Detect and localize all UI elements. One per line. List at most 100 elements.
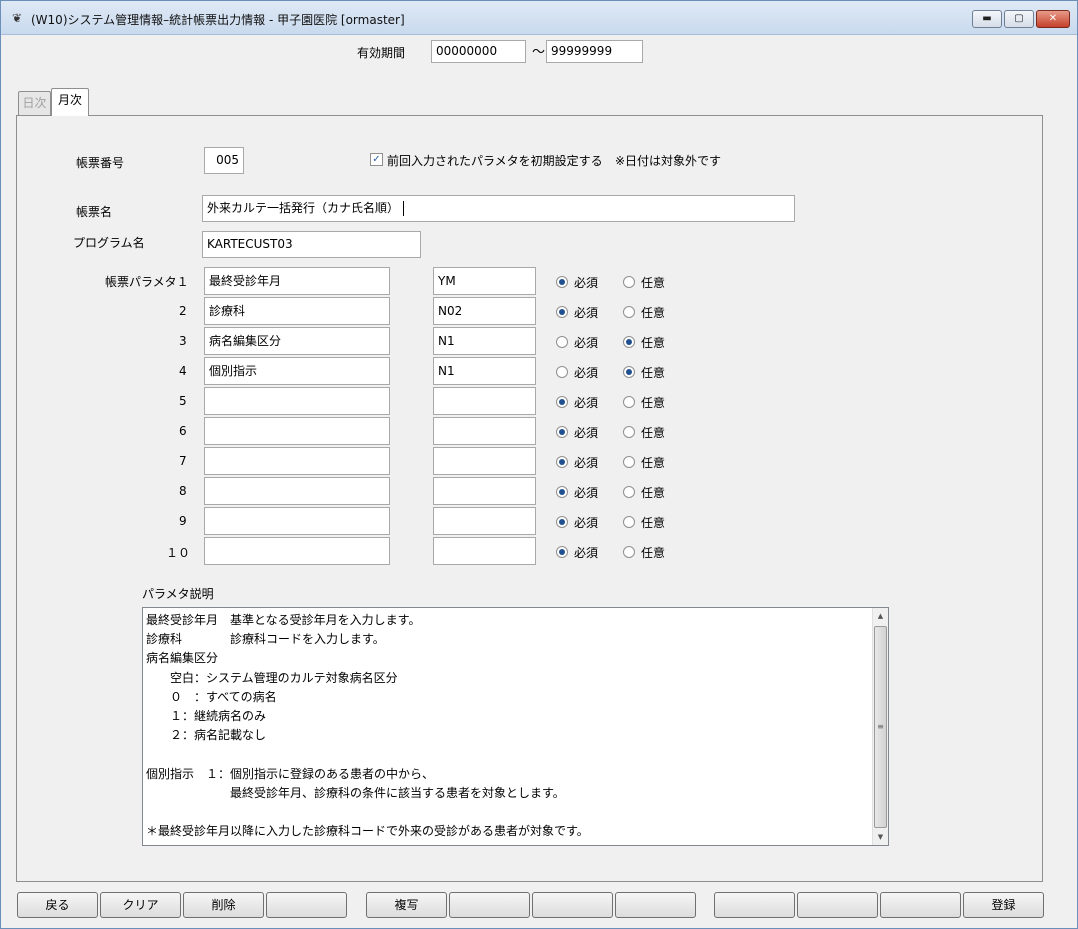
- required-label: 必須: [574, 456, 599, 470]
- minimize-button[interactable]: ▬: [972, 10, 1002, 28]
- report-name-value: 外来カルテ一括発行（カナ氏名順）: [207, 201, 400, 215]
- required-radio[interactable]: [556, 306, 568, 318]
- optional-radio[interactable]: [623, 456, 635, 468]
- scroll-thumb[interactable]: ≡: [874, 626, 887, 828]
- description-label: パラメタ説明: [142, 587, 214, 601]
- param-name-input[interactable]: [204, 447, 390, 475]
- copy-button[interactable]: 複写: [366, 892, 447, 918]
- close-button[interactable]: ✕: [1036, 10, 1070, 28]
- required-radio[interactable]: [556, 426, 568, 438]
- param-code-input[interactable]: [433, 447, 536, 475]
- optional-label: 任意: [641, 486, 666, 500]
- param-number: 6: [179, 424, 187, 438]
- optional-label: 任意: [641, 546, 666, 560]
- blank-button-2[interactable]: [449, 892, 530, 918]
- required-label: 必須: [574, 366, 599, 380]
- param-number: 3: [179, 334, 187, 348]
- period-separator: ～: [532, 45, 546, 60]
- report-name-input[interactable]: 外来カルテ一括発行（カナ氏名順）: [202, 195, 795, 222]
- window-title: (W10)システム管理情報–統計帳票出力情報 - 甲子園医院 [ormaster…: [31, 13, 405, 27]
- register-button[interactable]: 登録: [963, 892, 1044, 918]
- param-code-input[interactable]: [433, 417, 536, 445]
- optional-label: 任意: [641, 336, 666, 350]
- blank-button-5[interactable]: [714, 892, 795, 918]
- param-name-input[interactable]: 病名編集区分: [204, 327, 390, 355]
- report-no-input[interactable]: 005: [204, 147, 244, 174]
- optional-radio[interactable]: [623, 486, 635, 498]
- optional-radio[interactable]: [623, 306, 635, 318]
- required-radio[interactable]: [556, 486, 568, 498]
- scroll-down-arrow-icon[interactable]: ▼: [873, 829, 888, 845]
- report-name-label: 帳票名: [76, 205, 113, 219]
- required-radio[interactable]: [556, 396, 568, 408]
- param-number: 7: [179, 454, 187, 468]
- required-radio[interactable]: [556, 516, 568, 528]
- required-radio[interactable]: [556, 456, 568, 468]
- required-radio[interactable]: [556, 276, 568, 288]
- description-scrollbar[interactable]: ▲ ≡ ▼: [872, 608, 888, 845]
- report-param-label: 帳票パラメタ１: [105, 275, 189, 289]
- app-logo-icon: ❦: [12, 11, 23, 25]
- param-code-input[interactable]: N02: [433, 297, 536, 325]
- optional-label: 任意: [641, 306, 666, 320]
- title-bar[interactable]: ❦ (W10)システム管理情報–統計帳票出力情報 - 甲子園医院 [ormast…: [1, 1, 1077, 35]
- param-name-input[interactable]: [204, 477, 390, 505]
- param-name-input[interactable]: [204, 507, 390, 535]
- delete-button[interactable]: 削除: [183, 892, 264, 918]
- param-name-input[interactable]: [204, 387, 390, 415]
- optional-radio[interactable]: [623, 336, 635, 348]
- blank-button-1[interactable]: [266, 892, 347, 918]
- param-code-input[interactable]: [433, 537, 536, 565]
- optional-radio[interactable]: [623, 366, 635, 378]
- param-name-input[interactable]: [204, 417, 390, 445]
- required-label: 必須: [574, 396, 599, 410]
- param-number: 4: [179, 364, 187, 378]
- param-code-input[interactable]: YM: [433, 267, 536, 295]
- param-code-input[interactable]: [433, 387, 536, 415]
- back-button[interactable]: 戻る: [17, 892, 98, 918]
- param-code-input[interactable]: [433, 507, 536, 535]
- param-number: 8: [179, 484, 187, 498]
- scroll-up-arrow-icon[interactable]: ▲: [873, 608, 888, 624]
- blank-button-4[interactable]: [615, 892, 696, 918]
- param-code-input[interactable]: N1: [433, 357, 536, 385]
- required-radio[interactable]: [556, 546, 568, 558]
- period-end-input[interactable]: 99999999: [546, 40, 643, 63]
- description-textarea[interactable]: 最終受診年月 基準となる受診年月を入力します。 診療科 診療科コードを入力します…: [142, 607, 889, 846]
- optional-radio[interactable]: [623, 276, 635, 288]
- param-code-input[interactable]: N1: [433, 327, 536, 355]
- optional-radio[interactable]: [623, 426, 635, 438]
- param-number: 5: [179, 394, 187, 408]
- tab-monthly[interactable]: 月次: [51, 88, 89, 116]
- init-param-checkbox[interactable]: ✓: [370, 153, 383, 166]
- required-label: 必須: [574, 276, 599, 290]
- optional-label: 任意: [641, 366, 666, 380]
- text-cursor: [403, 201, 405, 216]
- optional-radio[interactable]: [623, 396, 635, 408]
- param-code-input[interactable]: [433, 477, 536, 505]
- program-input[interactable]: KARTECUST03: [202, 231, 421, 258]
- blank-button-7[interactable]: [880, 892, 961, 918]
- period-start-input[interactable]: 00000000: [431, 40, 526, 63]
- blank-button-6[interactable]: [797, 892, 878, 918]
- param-name-input[interactable]: 最終受診年月: [204, 267, 390, 295]
- maximize-button[interactable]: ▢: [1004, 10, 1034, 28]
- param-number: 2: [179, 304, 187, 318]
- required-radio[interactable]: [556, 336, 568, 348]
- required-label: 必須: [574, 486, 599, 500]
- required-label: 必須: [574, 516, 599, 530]
- param-number: 9: [179, 514, 187, 528]
- optional-radio[interactable]: [623, 516, 635, 528]
- program-label: プログラム名: [73, 236, 145, 250]
- optional-label: 任意: [641, 396, 666, 410]
- optional-radio[interactable]: [623, 546, 635, 558]
- param-name-input[interactable]: [204, 537, 390, 565]
- required-radio[interactable]: [556, 366, 568, 378]
- param-name-input[interactable]: 個別指示: [204, 357, 390, 385]
- param-name-input[interactable]: 診療科: [204, 297, 390, 325]
- blank-button-3[interactable]: [532, 892, 613, 918]
- required-label: 必須: [574, 306, 599, 320]
- optional-label: 任意: [641, 516, 666, 530]
- tab-daily[interactable]: 日次: [18, 91, 51, 115]
- clear-button[interactable]: クリア: [100, 892, 181, 918]
